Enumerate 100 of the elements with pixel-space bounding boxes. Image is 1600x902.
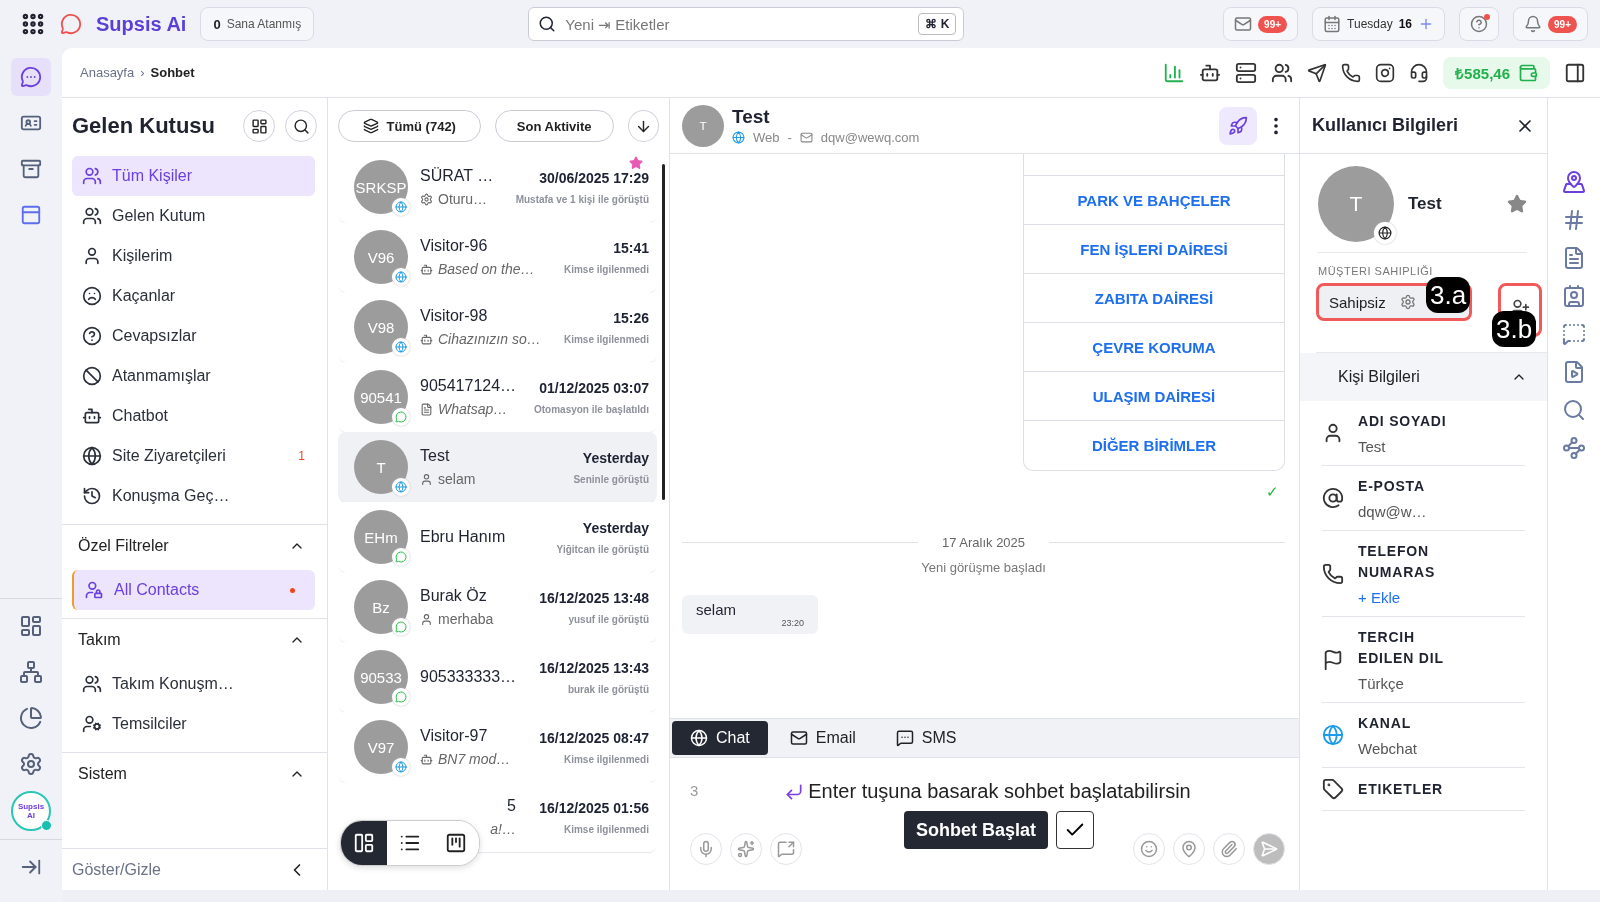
globe-icon [1378,226,1392,240]
contact-name: Burak Öz [420,587,487,605]
graph-button[interactable] [1560,434,1588,462]
channel-tab[interactable]: Email [771,721,874,755]
inbox-title: Gelen Kutusu [72,113,216,139]
conversation-item[interactable]: V97 Visitor-97 BN7 mod… 16/12/2025 08:47 Kimse ilgilenmedi [338,712,657,782]
separator-text: - [787,130,792,145]
quick-reply-button[interactable] [770,833,802,865]
rocket-button[interactable] [1219,106,1257,145]
message-preview: selam [420,471,476,487]
conversation-time: 01/12/2025 03:07 [539,379,649,396]
user-icon [82,246,102,266]
start-chat-button[interactable]: Sohbet Başlat [904,811,1049,849]
field-label: TELEFON NUMARAS [1358,542,1437,582]
nav-item[interactable]: Kişilerim [72,236,315,276]
nav-item[interactable]: Tüm Kişiler [72,156,315,196]
add-link[interactable]: + Ekle [1358,589,1462,606]
channel-tab[interactable]: Chat [672,721,768,755]
headset-icon[interactable] [1409,62,1430,83]
nav-item[interactable]: Chatbot [72,396,315,436]
nav-item[interactable]: Temsilciler [72,704,315,744]
sparkles-button[interactable] [730,833,762,865]
conversation-item[interactable]: V98 Visitor-98 Cihazınızın so… 15:26 Kimse ilgilenmedi [338,292,657,362]
contact-name: 5 [507,797,516,815]
conversation-item[interactable]: 90541 905417124… Whatsap… 01/12/2025 03:07 Otomasyon ile başlatıldı [338,362,657,432]
nav-item[interactable]: Gelen Kutum [72,196,315,236]
contact-avatar: V98 [354,300,408,354]
nav-item[interactable]: Takım Konuşm… [72,664,315,704]
filter-button[interactable]: Tümü (742) [338,110,481,142]
nav-item[interactable]: Site Ziyaretçileri 1 [72,436,315,476]
nav-item[interactable]: Konuşma Geç… [72,476,315,516]
message-preview: Whatsap… [420,401,508,417]
date-button[interactable]: Tuesday 16 [1312,7,1446,41]
layout-button[interactable] [243,110,275,142]
conversation-item[interactable]: Bz Burak Öz merhaba 16/12/2025 13:48 yusuf ile görüştü [338,572,657,642]
conversation-item[interactable]: 90533 905333333… 16/12/2025 13:43 burak ile görüştü [338,642,657,712]
star-icon[interactable] [1507,194,1527,214]
bell-icon [1524,15,1543,33]
globe-icon [395,271,407,283]
emoji-button[interactable] [1133,833,1165,865]
nav-item[interactable]: Kaçanlar [72,276,315,316]
conversation-status: Mustafa ve 1 kişi ile görüştü [515,193,649,205]
globe-icon [395,341,407,353]
signal-bars-icon[interactable] [1163,61,1186,84]
nav-item[interactable]: Cevapsızlar [72,316,315,356]
search-icon [538,15,557,33]
list-view-button[interactable] [387,821,433,865]
help-button[interactable] [1459,7,1500,41]
paper-plane-icon[interactable] [1307,62,1328,83]
board-icon [445,832,467,854]
contact-avatar: V96 [354,230,408,284]
chat-bubble-icon [395,551,407,563]
conversation-status: Yiğitcan ile görüştü [556,543,649,555]
history-icon [82,486,102,506]
assigned-counter[interactable]: 0 Sana Atanmış [200,7,315,41]
conversation-time: Yesterday [582,519,649,536]
contacts-icon [1562,284,1586,308]
conversation-item[interactable]: V96 Visitor-96 Based on the… 15:41 Kimse ilgilenmedi [338,222,657,292]
microphone-icon [697,840,715,858]
settings-icon [19,752,43,776]
conversation-item[interactable]: EHm Ebru Hanım Yesterday Yiğitcan ile görüştü [338,502,657,572]
channel-tab[interactable]: SMS [877,721,975,755]
location-button[interactable] [1173,833,1205,865]
server-icon[interactable] [1235,61,1258,84]
camera-icon[interactable] [1375,62,1396,83]
message-preview: Oturu… [420,191,487,207]
workspace-avatar[interactable]: Supsis AI [11,791,51,831]
section-header[interactable]: Kişi Bilgileri [1300,353,1547,401]
users-icon[interactable] [1271,61,1294,84]
board-view-button[interactable] [433,821,479,865]
panel-icon[interactable] [1564,61,1586,84]
conversation-item[interactable]: T Test selam Yesterday Seninle görüştü [338,432,657,502]
nav-item[interactable]: All Contacts [72,570,315,610]
confirm-button[interactable] [1056,811,1095,849]
sort-button[interactable]: Son Aktivite [494,110,614,142]
attach-button[interactable] [1213,833,1245,865]
contact-avatar: T [354,440,408,494]
conversation-time: 16/12/2025 13:43 [539,659,649,676]
pin-button[interactable] [1560,168,1588,196]
cards-view-button[interactable] [341,821,387,865]
search-button[interactable] [285,110,317,142]
phone-icon[interactable] [1341,62,1362,83]
nav-label: All Contacts [114,581,201,599]
message-icon [895,729,914,747]
message-text: selam [696,601,737,618]
cards-view-icon [353,832,375,854]
smile-icon [1140,840,1158,858]
help-icon [82,326,102,346]
conversation-time: 16/12/2025 13:48 [539,589,649,606]
chat-nav-button[interactable] [11,58,51,96]
breadcrumb-link[interactable]: Anasayfa [80,65,135,80]
contact-avatar: T [1318,166,1394,242]
nav-item[interactable]: Atanmamışlar [72,356,315,396]
robot-icon [420,332,433,346]
email-text: dqw@wewq.com [820,130,920,145]
conversation-time: 15:26 [613,309,649,326]
field-label: E-POSTA [1358,477,1426,496]
microphone-button[interactable] [690,833,722,865]
sort-direction-button[interactable] [627,110,659,142]
conversation-status: Otomasyon ile başlatıldı [533,403,649,415]
